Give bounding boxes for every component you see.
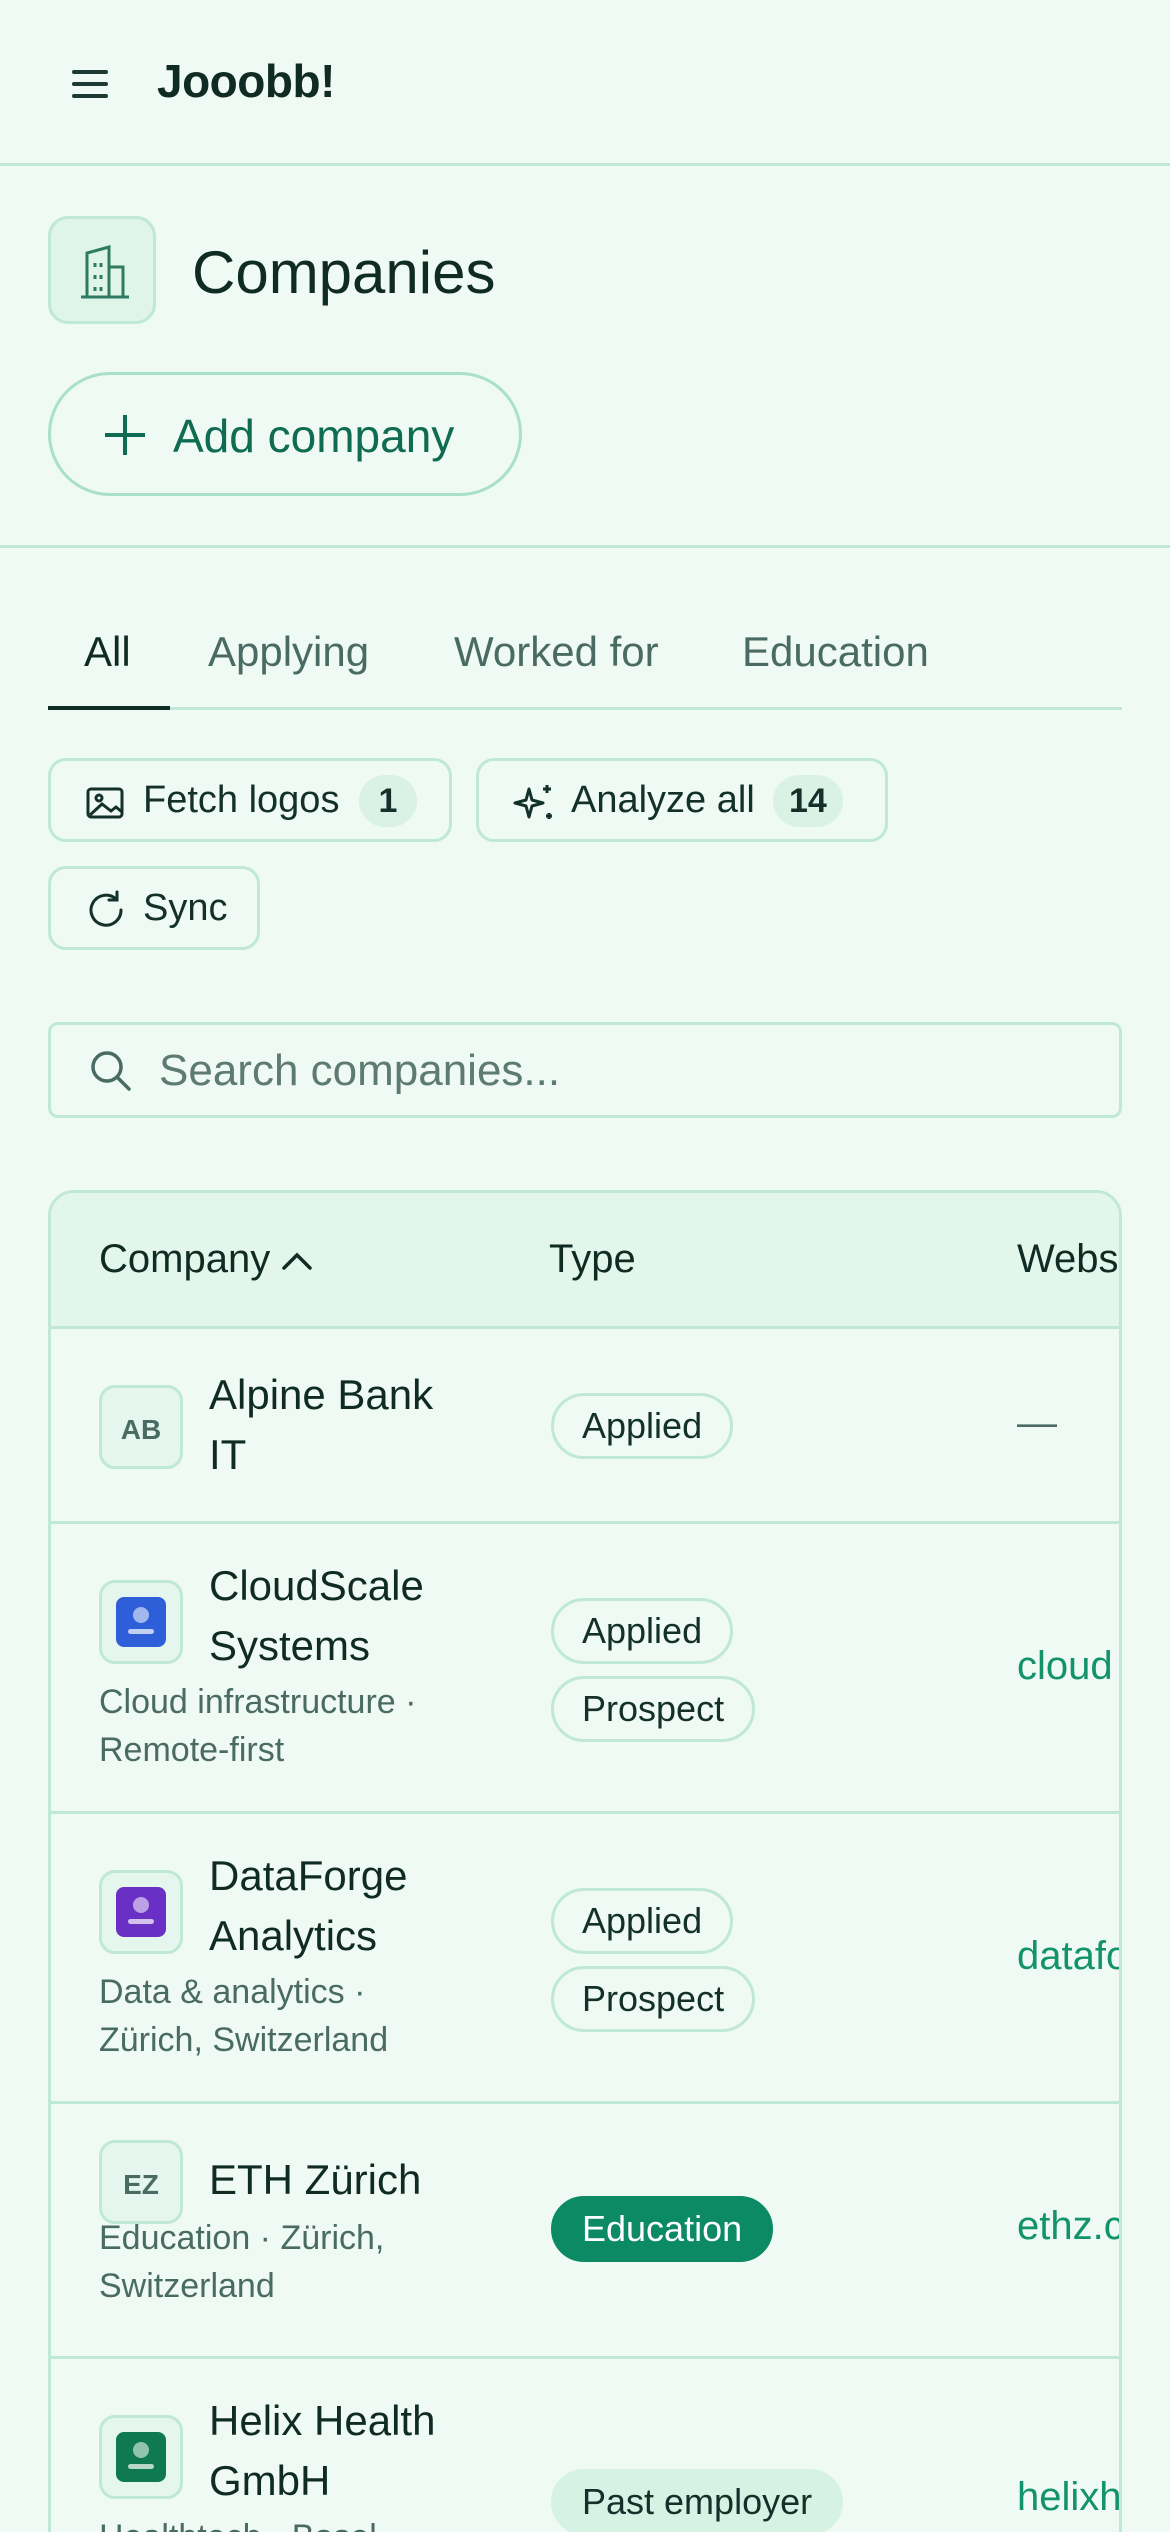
- company-description-line: Switzerland: [99, 2267, 275, 2305]
- company-logo-image: [116, 2432, 166, 2482]
- company-name[interactable]: ETH Zürich: [209, 2150, 509, 2210]
- company-description: Data & analytics · Zürich, Switzerland: [99, 1968, 499, 2064]
- company-name[interactable]: CloudScale Systems: [209, 1556, 509, 1676]
- company-name-line: Analytics: [209, 1912, 378, 1959]
- company-logo: [99, 2415, 183, 2499]
- add-company-label: Add company: [173, 410, 455, 462]
- website-link[interactable]: ethz.c: [1017, 2204, 1119, 2249]
- company-description-line: Data & analytics ·: [99, 1973, 366, 2011]
- company-logo-image: [116, 1597, 166, 1647]
- company-logo: AB: [99, 1385, 183, 1469]
- column-header-company[interactable]: Company: [99, 1237, 314, 1282]
- search-icon: [91, 1051, 131, 1091]
- type-badge: Applied: [551, 1393, 734, 1459]
- company-name-line: Systems: [209, 1622, 371, 1669]
- website-value: —: [1017, 1401, 1057, 1445]
- tab-all[interactable]: All: [84, 628, 131, 676]
- column-header-company-label: Company: [99, 1237, 271, 1281]
- company-logo-image: [116, 1887, 166, 1937]
- company-logo: EZ: [99, 2140, 183, 2224]
- sort-ascending-icon: [282, 1252, 312, 1271]
- company-description: Healthtech · Basel: [99, 2513, 499, 2532]
- table-row[interactable]: AB Alpine Bank IT Applied —: [51, 1329, 1119, 1524]
- tab-worked-for[interactable]: Worked for: [454, 628, 659, 676]
- company-name-line: GmbH: [209, 2457, 331, 2504]
- building-icon: [48, 216, 156, 324]
- company-name-line: IT: [209, 1431, 247, 1478]
- companies-table: Company Type Webs AB Alpine Bank IT Appl…: [48, 1190, 1122, 2532]
- table-row[interactable]: EZ ETH Zürich Education · Zürich, Switze…: [51, 2104, 1119, 2359]
- company-name-line: DataForge: [209, 1852, 408, 1899]
- website-link[interactable]: helixh: [1017, 2475, 1119, 2520]
- company-name-line: CloudScale: [209, 1562, 424, 1609]
- tab-applying[interactable]: Applying: [208, 628, 369, 676]
- company-name-line: Helix Health: [209, 2397, 436, 2444]
- fetch-logos-label: Fetch logos: [143, 779, 340, 821]
- analyze-all-count-badge: 14: [773, 775, 843, 827]
- company-description: Education · Zürich, Switzerland: [99, 2214, 499, 2310]
- sync-label: Sync: [143, 887, 228, 929]
- logo-initials: EZ: [123, 2169, 159, 2200]
- plus-icon: [105, 415, 145, 455]
- page-title: Companies: [192, 239, 496, 306]
- sparkles-icon: [513, 785, 552, 819]
- table-row[interactable]: CloudScale Systems Cloud infrastructure …: [51, 1524, 1119, 1814]
- company-logo: [99, 1580, 183, 1664]
- top-bar: Jooobb!: [0, 0, 1170, 166]
- logo-initials: AB: [120, 1414, 162, 1445]
- type-badge: Prospect: [551, 1966, 756, 2032]
- website-link[interactable]: cloud: [1017, 1644, 1113, 1689]
- company-name[interactable]: Alpine Bank IT: [209, 1365, 509, 1485]
- type-badge: Education: [551, 2196, 774, 2262]
- fetch-logos-button[interactable]: Fetch logos 1: [48, 758, 452, 842]
- type-badge: Past employer: [551, 2469, 844, 2532]
- table-row[interactable]: DataForge Analytics Data & analytics · Z…: [51, 1814, 1119, 2104]
- company-description-line: Education · Zürich,: [99, 2219, 385, 2257]
- column-header-website[interactable]: Webs: [1017, 1237, 1119, 1282]
- add-company-button[interactable]: Add company: [48, 372, 522, 496]
- app-title: Jooobb!: [157, 55, 335, 107]
- company-description-line: Remote-first: [99, 1731, 285, 1769]
- table-row[interactable]: Helix Health GmbH Healthtech · Basel Pas…: [51, 2359, 1119, 2532]
- type-badge: Applied: [551, 1598, 734, 1664]
- tab-education[interactable]: Education: [742, 628, 929, 676]
- company-name[interactable]: Helix Health GmbH: [209, 2391, 509, 2511]
- active-tab-indicator: [48, 706, 170, 710]
- sync-button[interactable]: Sync: [48, 866, 260, 950]
- company-name[interactable]: DataForge Analytics: [209, 1846, 509, 1966]
- column-header-type[interactable]: Type: [549, 1237, 636, 1282]
- analyze-all-label: Analyze all: [571, 779, 755, 821]
- type-badge: Prospect: [551, 1676, 756, 1742]
- image-icon: [86, 787, 124, 819]
- fetch-logos-count-badge: 1: [359, 775, 417, 827]
- page-header: Companies Add company: [0, 166, 1170, 548]
- company-description-line: Cloud infrastructure ·: [99, 1683, 417, 1721]
- search-box: [48, 1022, 1122, 1118]
- website-link[interactable]: datafo: [1017, 1934, 1119, 1979]
- company-logo: [99, 1870, 183, 1954]
- company-name-line: ETH Zürich: [209, 2156, 422, 2203]
- type-badge: Applied: [551, 1888, 734, 1954]
- filter-tabs: All Applying Worked for Education: [48, 618, 1122, 710]
- table-header: Company Type Webs: [51, 1193, 1119, 1329]
- refresh-icon: [89, 890, 123, 927]
- hamburger-menu-icon[interactable]: [68, 66, 112, 102]
- company-description: Cloud infrastructure · Remote-first: [99, 1678, 499, 1774]
- company-name-line: Alpine Bank: [209, 1371, 434, 1418]
- company-description-line: Zürich, Switzerland: [99, 2021, 389, 2059]
- company-description-line: Healthtech · Basel: [99, 2513, 499, 2532]
- search-input[interactable]: [159, 1041, 1059, 1101]
- analyze-all-button[interactable]: Analyze all 14: [476, 758, 888, 842]
